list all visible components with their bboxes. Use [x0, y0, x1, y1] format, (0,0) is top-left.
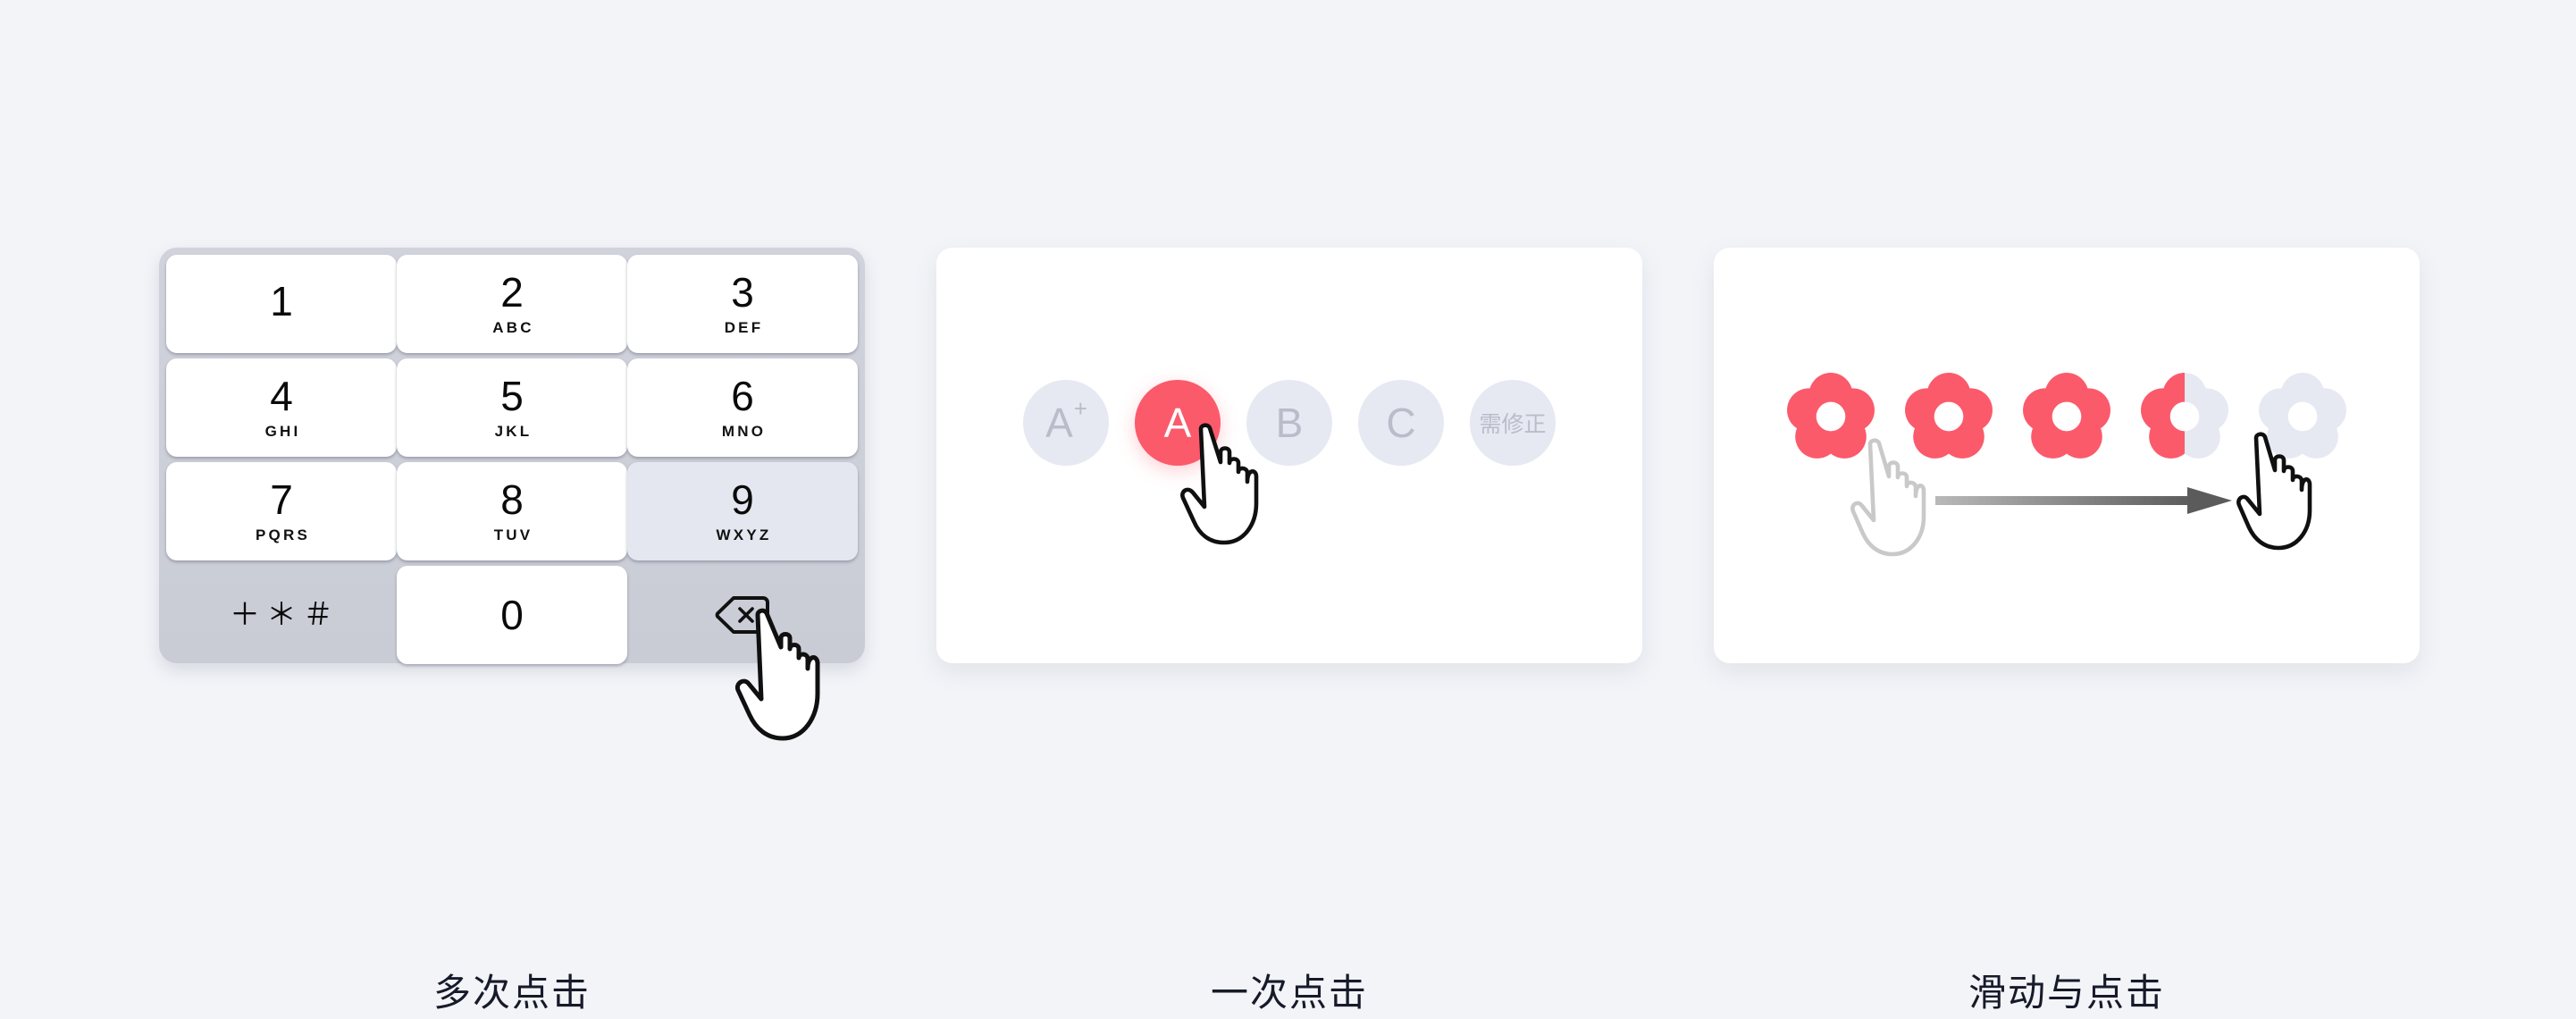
tap-card: A + A B C 需修正 [936, 248, 1642, 663]
panel-caption: 一次点击 [1210, 972, 1368, 1014]
key-1[interactable]: 1 [166, 255, 397, 353]
key-digit: 3 [731, 268, 754, 316]
key-digit: 6 [731, 372, 754, 419]
key-letters: WXYZ [716, 526, 772, 543]
key-letters: ABC [492, 318, 534, 336]
key-digit: ＋＊＃ [230, 598, 340, 632]
bubble-c[interactable]: C [1358, 380, 1444, 466]
pointing-hand-icon [1176, 423, 1274, 550]
key-5[interactable]: 5 JKL [397, 358, 627, 457]
key-6[interactable]: 6 MNO [627, 358, 858, 457]
key-0[interactable]: 0 [397, 566, 627, 664]
bubble-needs-correction[interactable]: 需修正 [1470, 380, 1556, 466]
keypad-figure: 1 2 ABC 3 DEF 4 GHI 5 JKL 6 MNO 7 PQRS 8… [159, 248, 865, 1014]
key-letters: JKL [494, 422, 533, 440]
pointing-hand-icon [1846, 438, 1941, 561]
bubble-a-plus[interactable]: A + [1023, 380, 1109, 466]
swipe-arrow-icon [1935, 487, 2232, 514]
pointing-hand-icon [2232, 432, 2327, 555]
flower-icon-4-half[interactable] [2139, 371, 2230, 462]
key-digit: 4 [270, 372, 293, 419]
swipe-card [1714, 248, 2420, 663]
flower-icon-3[interactable] [2021, 371, 2112, 462]
key-2[interactable]: 2 ABC [397, 255, 627, 353]
key-3[interactable]: 3 DEF [627, 255, 858, 353]
key-letters: DEF [724, 318, 764, 336]
key-4[interactable]: 4 GHI [166, 358, 397, 457]
key-digit: 7 [270, 476, 293, 523]
bubble-label: C [1386, 400, 1416, 446]
key-digit: 5 [500, 372, 524, 419]
bubble-label: A [1045, 400, 1073, 446]
key-9[interactable]: 9 WXYZ [627, 462, 858, 560]
letter-bubble-row: A + A B C 需修正 [936, 380, 1642, 466]
key-digit: 9 [731, 476, 754, 523]
key-digit: 0 [500, 592, 524, 638]
bubble-label: 需修正 [1479, 412, 1547, 437]
swipe-figure: 滑动与点击 [1714, 248, 2420, 1014]
bubble-superscript: + [1073, 395, 1087, 422]
tap-figure: A + A B C 需修正 一次点击 [936, 248, 1642, 1014]
keypad-grid: 1 2 ABC 3 DEF 4 GHI 5 JKL 6 MNO 7 PQRS 8… [166, 255, 858, 664]
key-symbols[interactable]: ＋＊＃ [166, 566, 397, 664]
t9-keypad: 1 2 ABC 3 DEF 4 GHI 5 JKL 6 MNO 7 PQRS 8… [159, 248, 865, 741]
panel-caption: 滑动与点击 [1968, 972, 2165, 1014]
pointing-hand-icon [731, 608, 838, 746]
key-letters: TUV [493, 526, 533, 543]
key-8[interactable]: 8 TUV [397, 462, 627, 560]
key-digit: 1 [270, 277, 293, 324]
bubble-label: B [1275, 400, 1304, 446]
illustration-stage: 1 2 ABC 3 DEF 4 GHI 5 JKL 6 MNO 7 PQRS 8… [0, 0, 2576, 1019]
key-7[interactable]: 7 PQRS [166, 462, 397, 560]
key-digit: 2 [500, 268, 524, 316]
key-letters: MNO [721, 422, 767, 440]
key-letters: GHI [264, 422, 301, 440]
panel-caption: 多次点击 [432, 972, 591, 1014]
key-letters: PQRS [256, 526, 310, 543]
key-digit: 8 [500, 476, 524, 523]
